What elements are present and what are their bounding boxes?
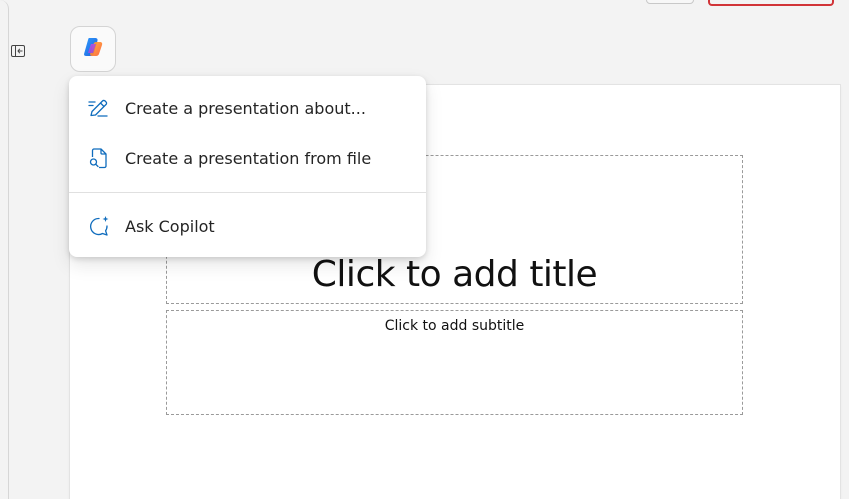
menu-item-create-about[interactable]: Create a presentation about... (69, 88, 426, 128)
menu-item-create-from-file[interactable]: Create a presentation from file (69, 138, 426, 178)
menu-item-ask-copilot[interactable]: Ask Copilot (69, 206, 426, 246)
menu-item-label: Create a presentation about... (125, 98, 366, 118)
document-search-icon (87, 146, 111, 170)
toolbar-highlighted-button[interactable] (708, 0, 834, 6)
subtitle-placeholder-text: Click to add subtitle (384, 318, 525, 334)
copilot-button[interactable] (70, 26, 116, 72)
copilot-menu: Create a presentation about... Create a … (69, 76, 426, 257)
pen-sparkle-icon (87, 96, 111, 120)
subtitle-placeholder[interactable]: Click to add subtitle (166, 310, 743, 415)
menu-divider (69, 192, 426, 193)
collapse-pane-button[interactable] (6, 41, 30, 65)
toolbar-button[interactable] (646, 0, 694, 4)
powerpoint-canvas: Click to add title Click to add subtitle… (0, 0, 849, 499)
copilot-icon (82, 36, 104, 63)
title-placeholder-text: Click to add title (311, 254, 598, 295)
menu-item-label: Ask Copilot (125, 216, 215, 236)
menu-item-label: Create a presentation from file (125, 148, 372, 168)
thumbnail-pane-edge (0, 0, 9, 499)
chat-sparkle-icon (87, 214, 111, 238)
collapse-pane-icon (10, 43, 26, 64)
